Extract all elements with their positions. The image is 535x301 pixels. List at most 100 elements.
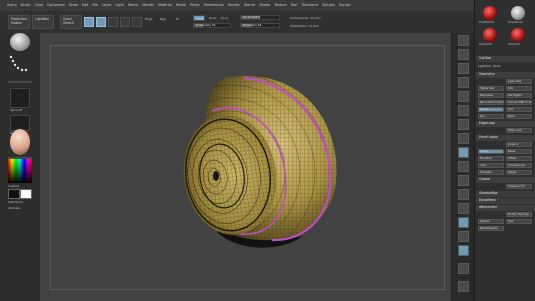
solo-button[interactable]: [458, 281, 469, 292]
cylinder-thumb-icon[interactable]: [483, 28, 497, 42]
menu-item[interactable]: File: [92, 3, 98, 7]
palette-button[interactable]: MeshIntegrity: [478, 226, 504, 231]
palette-button[interactable]: CreaseLvl 15: [506, 184, 532, 189]
palette-button[interactable]: Align: [478, 163, 504, 168]
draw-size-slider[interactable]: Draw Size 64: [240, 23, 280, 28]
transp-button[interactable]: [458, 263, 469, 274]
palette-section-header[interactable]: DynaMesh: [476, 198, 535, 204]
zsub-button[interactable]: Zsub: [209, 16, 216, 20]
menu-item[interactable]: Brush: [21, 3, 31, 7]
palette-button[interactable]: Stager: [506, 170, 532, 175]
scroll-button[interactable]: [458, 63, 469, 74]
palette-button[interactable]: Del Lower: [478, 93, 504, 98]
rotate-button[interactable]: [458, 231, 469, 242]
palette-button[interactable]: Polish: [478, 149, 504, 154]
lsym-button[interactable]: [458, 161, 469, 172]
move-tool-button[interactable]: [108, 17, 118, 27]
palette-button[interactable]: Sdiv: [506, 86, 532, 91]
zoom-button[interactable]: [458, 77, 469, 88]
lightbox-tools-row[interactable]: Lightbox› Tools: [478, 64, 533, 69]
menu-item[interactable]: Marker: [142, 3, 154, 7]
material-sphere-icon[interactable]: [10, 129, 30, 155]
subtool-header[interactable]: SubTool: [476, 56, 535, 62]
color-picker[interactable]: [8, 159, 32, 183]
palette-button[interactable]: Convert BPR To Geo: [506, 100, 532, 105]
zcut-button[interactable]: Zcut: [221, 16, 228, 20]
m-toggle[interactable]: M: [176, 17, 179, 21]
palette-button[interactable]: Size: [506, 219, 532, 224]
local-button[interactable]: [458, 147, 469, 158]
projection-master-button[interactable]: Projection Master: [8, 15, 30, 29]
spix-button[interactable]: [458, 49, 469, 60]
palette-button[interactable]: Elevation: [478, 156, 504, 161]
menu-item[interactable]: Zplugin: [322, 3, 335, 7]
polyf-button[interactable]: [458, 245, 469, 256]
menu-item[interactable]: Material: [158, 3, 172, 7]
frame-button[interactable]: [458, 189, 469, 200]
polymesh-thumb-icon[interactable]: [483, 6, 497, 20]
stroke-icon[interactable]: [7, 53, 33, 75]
palette-button[interactable]: Loops 4: [506, 142, 532, 147]
palette-button[interactable]: Reconstruct Subdiv: [478, 100, 504, 105]
move-button[interactable]: [458, 203, 469, 214]
xyz-button[interactable]: [458, 175, 469, 186]
menu-item[interactable]: Color: [34, 3, 43, 7]
menu-item[interactable]: Light: [115, 3, 123, 7]
secondary-color-swatch[interactable]: [20, 189, 32, 199]
palette-section-header[interactable]: qRemesher: [476, 205, 535, 211]
alpha-off-button[interactable]: [10, 88, 30, 108]
draw-tool-button[interactable]: [96, 17, 106, 27]
palette-button[interactable]: Higher Res: [478, 86, 504, 91]
edit-tool-button[interactable]: [84, 17, 94, 27]
palette-section-header[interactable]: Crease: [476, 177, 535, 183]
simplebrush-thumb-icon[interactable]: [511, 6, 525, 20]
mrgb-toggle[interactable]: Mrgb: [145, 17, 153, 21]
palette-button[interactable]: Modify Topology: [506, 212, 532, 217]
menu-item[interactable]: Edit: [82, 3, 89, 7]
z-intensity-slider[interactable]: Z Intensity 25: [193, 23, 231, 28]
palette-button[interactable]: ReUV: [506, 114, 532, 119]
floor-button[interactable]: [458, 133, 469, 144]
palette-button[interactable]: Triangles: [478, 170, 504, 175]
palette-button[interactable]: Bevel: [506, 149, 532, 154]
menu-item[interactable]: Macro: [128, 3, 138, 7]
palette-button[interactable]: Del Higher: [506, 93, 532, 98]
bpr-button[interactable]: [458, 35, 469, 46]
palette-section-header[interactable]: Panel Loops: [476, 135, 535, 141]
sphere-thumb-icon[interactable]: [511, 28, 525, 42]
switch-color-button[interactable]: SwitchColor: [8, 201, 23, 204]
palette-button[interactable]: Position: [478, 219, 504, 224]
model-viewport[interactable]: [40, 33, 451, 301]
aahalf-button[interactable]: [458, 105, 469, 116]
rgb-toggle[interactable]: Rgb: [160, 17, 166, 21]
menu-item[interactable]: Zscript: [339, 3, 351, 7]
actual-button[interactable]: [458, 91, 469, 102]
menu-item[interactable]: Texture: [274, 3, 286, 7]
palette-button[interactable]: Inflate: [506, 156, 532, 161]
palette-section-header[interactable]: Geometry: [476, 72, 535, 78]
palette-button[interactable]: GroupsLoops: [506, 163, 532, 168]
palette-button[interactable]: Lower Res: [506, 79, 532, 84]
rotate-tool-button[interactable]: [132, 17, 142, 27]
palette-button[interactable]: Smt: [506, 107, 532, 112]
menu-item[interactable]: Tool: [291, 3, 298, 7]
scale-button[interactable]: [458, 217, 469, 228]
menu-item[interactable]: Layer: [102, 3, 111, 7]
persp-button[interactable]: [458, 119, 469, 130]
menu-item[interactable]: Stroke: [259, 3, 270, 7]
menu-item[interactable]: Movie: [176, 3, 186, 7]
menu-item[interactable]: Picker: [190, 3, 200, 7]
menu-item[interactable]: Transform: [301, 3, 318, 7]
palette-section-header[interactable]: EdgeLoop: [476, 121, 535, 127]
menu-item[interactable]: Preferences: [204, 3, 224, 7]
focal-shift-slider[interactable]: Focal Shift 0: [240, 15, 280, 20]
quick-sketch-button[interactable]: Quick Sketch: [60, 15, 82, 29]
scale-tool-button[interactable]: [120, 17, 130, 27]
main-color-swatch[interactable]: [8, 189, 20, 199]
menu-item[interactable]: Document: [47, 3, 65, 7]
palette-button[interactable]: Divide: [478, 107, 504, 112]
palette-section-header[interactable]: ShadowBox: [476, 191, 535, 197]
alternate-button[interactable]: Alternate: [8, 207, 20, 210]
menu-item[interactable]: Alpha: [7, 3, 17, 7]
zadd-button[interactable]: Zadd: [193, 15, 205, 21]
